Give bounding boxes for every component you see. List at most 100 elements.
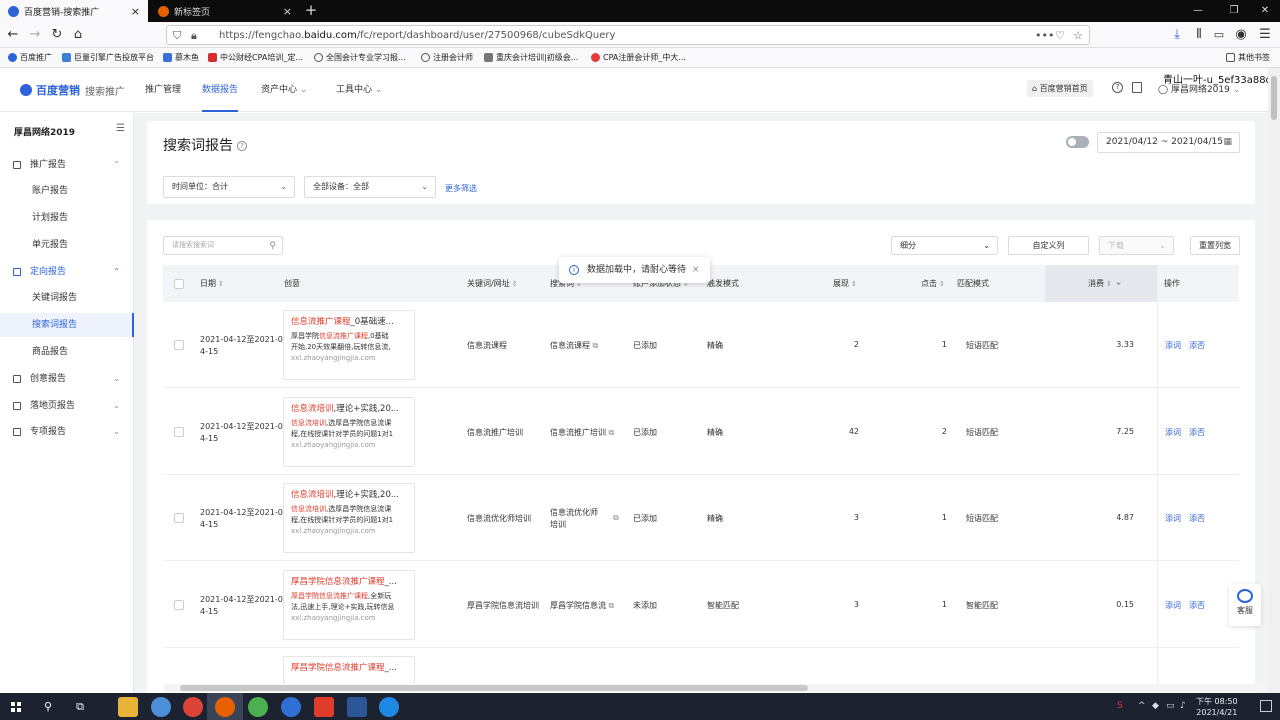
sidebar-group-creative-report[interactable]: 创意报告 ⌄ bbox=[0, 368, 134, 390]
time-unit-select[interactable]: 时间单位：合计 ⌄ bbox=[163, 176, 295, 198]
bookmark-item[interactable]: 巨量引擎广告投放平台 bbox=[62, 52, 154, 63]
taskbar-clock[interactable]: 下午 08:50 2021/4/21 bbox=[1196, 696, 1238, 718]
header-clicks[interactable]: 点击 ⇕ bbox=[921, 265, 945, 302]
add-keyword-link[interactable]: 添词 bbox=[1165, 427, 1181, 438]
new-tab-button[interactable]: + bbox=[302, 0, 320, 22]
comparison-toggle[interactable] bbox=[1066, 136, 1089, 148]
add-negative-keyword-link[interactable]: 添否 bbox=[1189, 600, 1205, 611]
creative-card[interactable]: 信息流培训,理论+实践,20... 信息流培训,选厚昌学院信息流课 程,在线授课针对… bbox=[283, 483, 415, 553]
back-icon[interactable]: ← bbox=[4, 26, 22, 44]
sidebar-group-special-report[interactable]: 专项报告 ⌄ bbox=[0, 421, 134, 443]
tray-app-icon[interactable]: S bbox=[1117, 701, 1123, 711]
creative-card[interactable]: 厚昌学院信息流推广课程_... 厚昌学院信息流推广课程,全新玩 法,迅速上手,理论+… bbox=[283, 570, 415, 640]
close-window-icon[interactable]: ✕ bbox=[1250, 0, 1280, 22]
search-icon[interactable]: ⚲ bbox=[38, 697, 58, 717]
row-checkbox[interactable] bbox=[174, 600, 184, 610]
reset-column-width-button[interactable]: 重置列宽 bbox=[1190, 236, 1240, 255]
sidebar-toggle-icon[interactable]: ▭ bbox=[1210, 26, 1228, 44]
creative-card[interactable]: 信息流培训,理论+实践,20... 信息流培训,选厚昌学院信息流课 程,在线授课针对… bbox=[283, 397, 415, 467]
copy-icon[interactable] bbox=[1132, 82, 1142, 93]
date-range-picker[interactable]: 2021/04/12 ~ 2021/04/15 ▦ bbox=[1097, 132, 1240, 153]
bookmark-item[interactable]: CPA注册会计师_中大... bbox=[591, 52, 686, 63]
notification-icon[interactable] bbox=[1260, 700, 1272, 712]
page-actions-menu[interactable]: ••• bbox=[1035, 29, 1054, 42]
horizontal-scrollbar[interactable] bbox=[164, 684, 1268, 692]
browser-360-icon[interactable] bbox=[151, 697, 171, 717]
sidebar-group-landing-page-report[interactable]: 落地页报告 ⌄ bbox=[0, 395, 134, 417]
copy-icon[interactable]: ⧉ bbox=[609, 601, 615, 610]
sidebar-item-account-report[interactable]: 账户报告 bbox=[0, 179, 134, 203]
breakdown-select[interactable]: 细分 ⌄ bbox=[891, 236, 998, 255]
bookmark-item[interactable]: 慕木鱼 bbox=[163, 52, 199, 63]
firefox-icon[interactable] bbox=[215, 697, 235, 717]
copy-icon[interactable]: ⧉ bbox=[613, 513, 619, 523]
home-icon[interactable]: ⌂ bbox=[69, 26, 87, 44]
task-view-icon[interactable]: ⧉ bbox=[70, 697, 90, 717]
more-filters-link[interactable]: 更多筛选 bbox=[445, 183, 477, 194]
library-icon[interactable]: ⫴ bbox=[1190, 26, 1208, 44]
scrollbar-thumb[interactable] bbox=[180, 685, 808, 691]
bookmark-item[interactable]: 注册会计师 bbox=[421, 52, 473, 63]
k-app-icon[interactable] bbox=[281, 697, 301, 717]
header-impressions[interactable]: 展现 ⇕ bbox=[833, 265, 857, 302]
add-negative-keyword-link[interactable]: 添否 bbox=[1189, 427, 1205, 438]
add-negative-keyword-link[interactable]: 添否 bbox=[1189, 513, 1205, 524]
row-checkbox[interactable] bbox=[174, 513, 184, 523]
creative-card[interactable]: 信息流推广课程_0基础速... 厚昌学院信息流推广课程,0基础 开始,20天效果翻倍… bbox=[283, 310, 415, 380]
copy-icon[interactable]: ⧉ bbox=[609, 428, 615, 437]
tab-baidu-marketing[interactable]: 百度营销-搜索推广 × bbox=[0, 0, 148, 22]
shield-icon[interactable]: ⛉ bbox=[173, 29, 181, 43]
bookmark-star-icon[interactable]: ☆ bbox=[1073, 29, 1083, 42]
help-icon[interactable]: ? bbox=[1112, 82, 1123, 93]
vertical-scrollbar[interactable] bbox=[1268, 68, 1280, 693]
forward-icon[interactable]: → bbox=[26, 26, 44, 44]
bookmark-item[interactable]: 重庆会计培训|初级会... bbox=[484, 52, 578, 63]
customer-service-button[interactable]: 客服 bbox=[1229, 584, 1261, 626]
custom-columns-button[interactable]: 自定义列 bbox=[1008, 236, 1089, 255]
tab-new[interactable]: 新标签页 × bbox=[150, 0, 300, 22]
lock-icon[interactable]: 🔒︎ bbox=[191, 29, 197, 43]
account-icon[interactable]: ◉ bbox=[1232, 26, 1250, 44]
sidebar-item-keyword-report[interactable]: 关键词报告 bbox=[0, 286, 134, 310]
media-app-icon[interactable] bbox=[314, 697, 334, 717]
sidebar-group-promotion-report[interactable]: 推广报告 ⌃ bbox=[0, 154, 134, 176]
close-tab-icon[interactable]: × bbox=[283, 5, 292, 18]
header-date[interactable]: 日期 ⇕ bbox=[200, 265, 224, 302]
nav-asset-center[interactable]: 资产中心 ⌄ bbox=[261, 68, 307, 112]
bookmark-item[interactable]: 中公财经CPA培训_定... bbox=[208, 52, 303, 63]
bookmark-item[interactable]: 百度推广 bbox=[8, 52, 52, 63]
sidebar-item-product-report[interactable]: 商品报告 bbox=[0, 340, 134, 364]
other-bookmarks[interactable]: 其他书签 bbox=[1226, 52, 1270, 63]
network-icon[interactable]: ▭ bbox=[1166, 701, 1175, 711]
pocket-icon[interactable]: ♡ bbox=[1055, 29, 1065, 42]
restore-icon[interactable]: ❐ bbox=[1219, 0, 1249, 22]
menu-icon[interactable]: ☰ bbox=[1256, 26, 1274, 44]
download-icon[interactable]: ⤓ bbox=[1168, 26, 1186, 44]
tray-expand-icon[interactable]: ^ bbox=[1138, 701, 1146, 711]
wechat-icon[interactable] bbox=[248, 697, 268, 717]
address-bar[interactable]: ⛉ 🔒︎ https://fengchao.baidu.com/fc/repor… bbox=[166, 25, 1090, 45]
minimize-icon[interactable]: — bbox=[1183, 0, 1213, 22]
close-icon[interactable]: × bbox=[692, 257, 700, 283]
search-icon[interactable]: ⚲ bbox=[269, 238, 276, 255]
sidebar-group-targeting-report[interactable]: 定向报告 ⌃ bbox=[0, 261, 134, 283]
device-select[interactable]: 全部设备：全部 ⌄ bbox=[304, 176, 436, 198]
nav-data-report[interactable]: 数据报告 bbox=[202, 68, 239, 112]
sidebar-item-search-term-report[interactable]: 搜索词报告 bbox=[0, 313, 134, 337]
copy-icon[interactable]: ⧉ bbox=[593, 341, 599, 350]
nav-promotion-management[interactable]: 推广管理 bbox=[145, 68, 181, 112]
word-icon[interactable] bbox=[347, 697, 367, 717]
feishu-icon[interactable] bbox=[379, 697, 399, 717]
select-all-checkbox[interactable] bbox=[174, 279, 184, 289]
nav-tool-center[interactable]: 工具中心 ⌄ bbox=[336, 68, 382, 112]
header-cost[interactable]: 消费 ⇕ ⏷ bbox=[1088, 265, 1121, 302]
sidebar-item-plan-report[interactable]: 计划报告 bbox=[0, 206, 134, 230]
close-tab-icon[interactable]: × bbox=[131, 5, 140, 18]
row-checkbox[interactable] bbox=[174, 427, 184, 437]
add-keyword-link[interactable]: 添词 bbox=[1165, 340, 1181, 351]
add-keyword-link[interactable]: 添词 bbox=[1165, 600, 1181, 611]
collapse-sidebar-icon[interactable]: ☰ bbox=[116, 123, 125, 134]
marketing-home-button[interactable]: ⌂ 百度营销首页 bbox=[1027, 80, 1093, 97]
help-icon[interactable]: ? bbox=[237, 141, 247, 151]
file-explorer-icon[interactable] bbox=[118, 697, 138, 717]
